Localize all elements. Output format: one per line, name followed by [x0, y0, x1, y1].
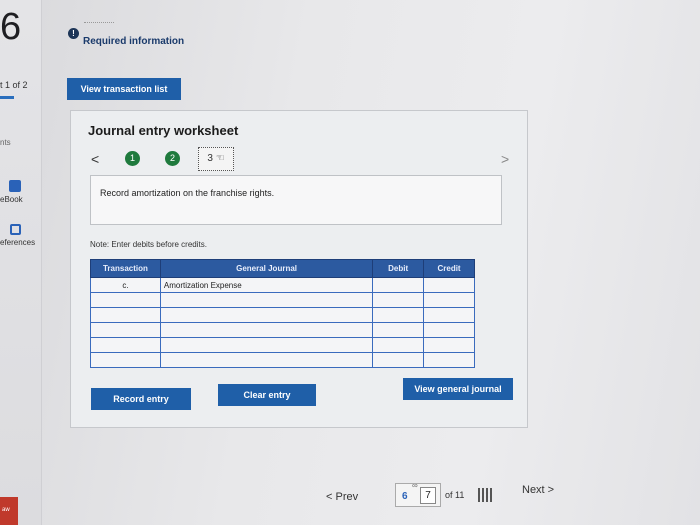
view-general-journal-button[interactable]: View general journal	[403, 378, 513, 400]
account-select[interactable]	[159, 322, 374, 338]
note-text: Note: Enter debits before credits.	[90, 240, 207, 249]
references-link[interactable]: eferences	[0, 238, 35, 247]
debit-input[interactable]	[372, 292, 425, 308]
step-dots-divider	[84, 22, 114, 23]
table-row	[90, 307, 475, 323]
credit-input[interactable]	[423, 307, 475, 323]
hand-cursor-icon: ☜	[215, 153, 225, 164]
transaction-cell: c.	[90, 277, 161, 293]
current-page[interactable]: 7	[420, 487, 436, 504]
link-icon: ∞	[412, 481, 418, 490]
transaction-cell	[90, 307, 161, 323]
debit-input[interactable]	[372, 307, 425, 323]
instruction-box: Record amortization on the franchise rig…	[90, 175, 502, 225]
general-journal-header: General Journal	[159, 259, 374, 278]
transaction-cell	[90, 352, 161, 368]
brand-badge: aw	[0, 497, 18, 525]
chevron-left-icon[interactable]: <	[91, 151, 99, 167]
step-3-label: 3	[207, 153, 213, 164]
view-transaction-list-button[interactable]: View transaction list	[67, 78, 181, 100]
journal-entry-worksheet-panel: Journal entry worksheet < 1 2 3 ☜ > Reco…	[70, 110, 528, 428]
account-select[interactable]	[159, 292, 374, 308]
worksheet-title: Journal entry worksheet	[88, 123, 239, 138]
debit-input[interactable]	[372, 322, 425, 338]
chevron-right-icon[interactable]: >	[501, 151, 509, 167]
ebook-icon[interactable]	[9, 180, 21, 192]
table-row	[90, 322, 475, 338]
part-progress-bar	[0, 96, 14, 99]
account-select[interactable]: Amortization Expense	[159, 277, 374, 293]
page-6-link[interactable]: 6	[402, 491, 408, 502]
grid-icon[interactable]	[478, 488, 492, 502]
prev-button[interactable]: < Prev	[326, 491, 358, 503]
question-number: 6	[0, 6, 22, 48]
account-select[interactable]	[159, 352, 374, 368]
step-1-button[interactable]: 1	[125, 151, 140, 166]
credit-input[interactable]	[423, 292, 475, 308]
table-row: c. Amortization Expense	[90, 277, 475, 293]
page-total: of 11	[445, 490, 465, 500]
transaction-cell	[90, 337, 161, 353]
required-information-label: Required information	[83, 36, 185, 47]
transaction-header: Transaction	[90, 259, 161, 278]
alert-icon: !	[68, 28, 79, 39]
debit-input[interactable]	[372, 352, 425, 368]
credit-input[interactable]	[423, 322, 475, 338]
ebook-link[interactable]: eBook	[0, 195, 23, 204]
credit-input[interactable]	[423, 277, 475, 293]
transaction-cell	[90, 322, 161, 338]
credit-header: Credit	[423, 259, 475, 278]
credit-input[interactable]	[423, 337, 475, 353]
page-selector: ∞ 6 7	[395, 481, 441, 507]
debit-input[interactable]	[372, 337, 425, 353]
debit-input[interactable]	[372, 277, 425, 293]
account-select[interactable]	[159, 307, 374, 323]
step-3-button[interactable]: 3 ☜	[198, 147, 234, 171]
next-button[interactable]: Next >	[522, 484, 554, 496]
left-sidebar: 6 t 1 of 2 nts eBook eferences	[0, 0, 42, 525]
instruction-text: Record amortization on the franchise rig…	[100, 188, 275, 198]
clear-entry-button[interactable]: Clear entry	[218, 384, 316, 406]
debit-header: Debit	[372, 259, 425, 278]
references-icon[interactable]	[10, 224, 21, 235]
credit-input[interactable]	[423, 352, 475, 368]
journal-table: Transaction General Journal Debit Credit…	[90, 259, 475, 368]
record-entry-button[interactable]: Record entry	[91, 388, 191, 410]
account-select[interactable]	[159, 337, 374, 353]
table-row	[90, 292, 475, 308]
points-label: nts	[0, 138, 11, 147]
part-indicator[interactable]: t 1 of 2	[0, 80, 28, 90]
table-row	[90, 337, 475, 353]
step-2-button[interactable]: 2	[165, 151, 180, 166]
transaction-cell	[90, 292, 161, 308]
table-row	[90, 352, 475, 368]
